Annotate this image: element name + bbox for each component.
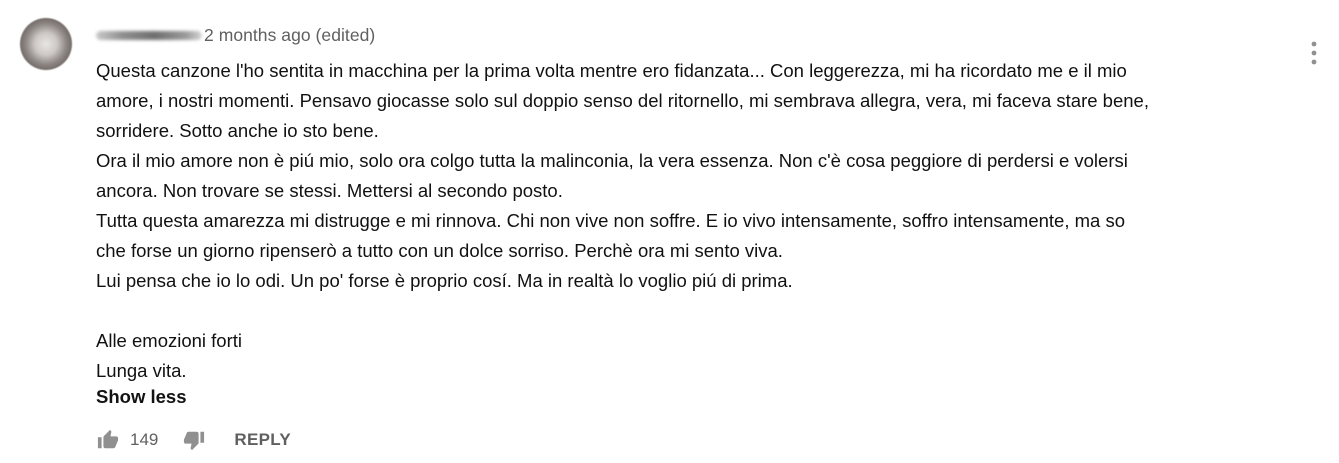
comment-line: Lui pensa che io lo odi. Un po' forse è … <box>96 270 793 291</box>
comment-line: amore, i nostri momenti. Pensavo giocass… <box>96 90 1149 111</box>
like-count: 149 <box>130 430 159 449</box>
comment-header: 2 months ago (edited) <box>96 24 375 46</box>
more-vertical-icon[interactable] <box>1300 36 1328 70</box>
comment-line: ancora. Non trovare se stessi. Mettersi … <box>96 180 563 201</box>
comment-actions: 149 REPLY <box>96 426 291 454</box>
comment-text: Questa canzone l'ho sentita in macchina … <box>96 56 1296 386</box>
comment-line: Questa canzone l'ho sentita in macchina … <box>96 60 1127 81</box>
avatar[interactable] <box>20 18 72 70</box>
comment-line: sorridere. Sotto anche io sto bene. <box>96 120 379 141</box>
author-name-redacted[interactable] <box>96 30 202 40</box>
comment-blank-line <box>96 296 1296 326</box>
comment-line: che forse un giorno ripenserò a tutto co… <box>96 240 783 261</box>
comment-line: Ora il mio amore non è piú mio, solo ora… <box>96 150 1128 171</box>
comment-timestamp[interactable]: 2 months ago (edited) <box>204 25 375 46</box>
reply-button[interactable]: REPLY <box>234 430 291 450</box>
thumb-up-icon[interactable] <box>96 428 120 452</box>
show-less-button[interactable]: Show less <box>96 383 186 411</box>
comment-line: Lunga vita. <box>96 360 187 381</box>
comment-line: Tutta questa amarezza mi distrugge e mi … <box>96 210 1125 231</box>
comment-thread: 2 months ago (edited) Questa canzone l'h… <box>0 0 1339 463</box>
comment-line: Alle emozioni forti <box>96 330 243 351</box>
thumb-down-icon[interactable] <box>182 428 206 452</box>
